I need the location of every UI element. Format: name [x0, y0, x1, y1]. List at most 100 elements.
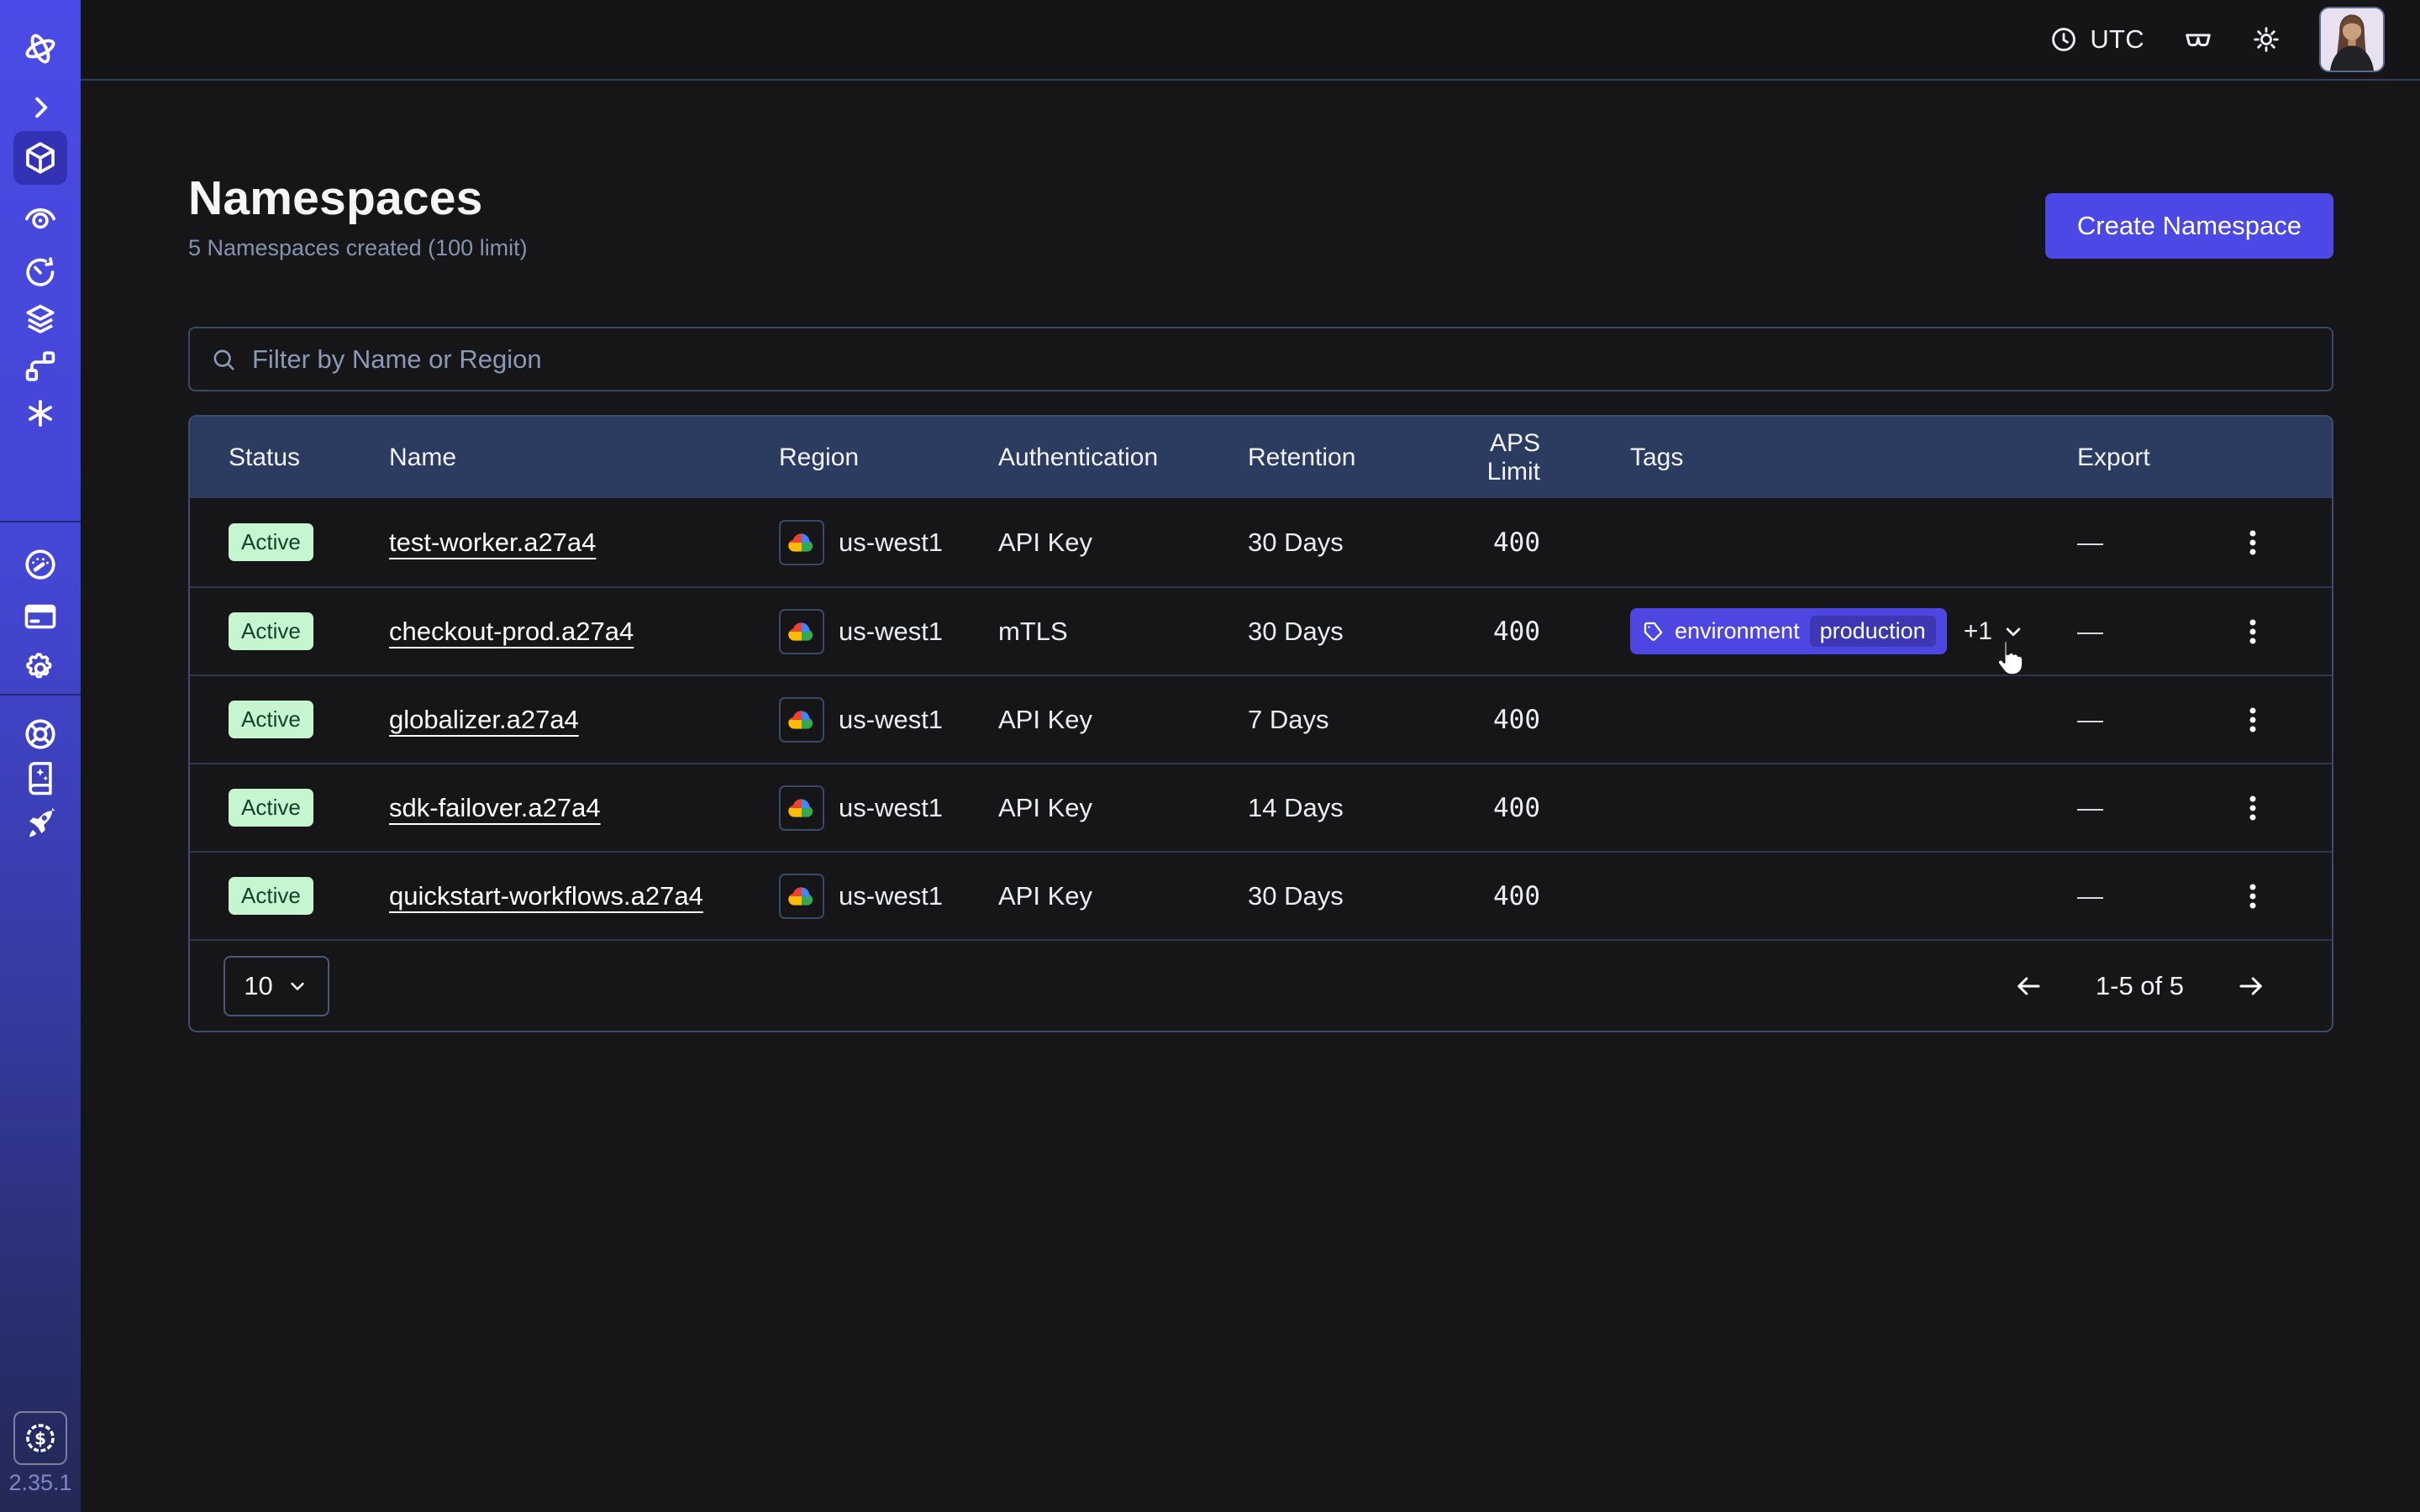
pagination-range: 1-5 of 5 [2096, 971, 2184, 1001]
google-cloud-icon [779, 609, 824, 654]
kebab-menu-icon [2236, 791, 2270, 825]
row-menu-button[interactable] [2236, 526, 2270, 559]
cube-icon [22, 139, 59, 176]
auth-cell: API Key [998, 528, 1248, 558]
labs-toggle-button[interactable] [2183, 24, 2213, 55]
auth-cell: mTLS [998, 617, 1248, 647]
namespace-link[interactable]: sdk-failover.a27a4 [389, 793, 601, 823]
column-header-export: Export [2077, 444, 2332, 472]
export-value: — [2077, 617, 2103, 647]
layers-icon [22, 301, 59, 338]
pagination-controls: 1-5 of 5 [2008, 966, 2298, 1006]
create-namespace-button[interactable]: Create Namespace [2045, 193, 2333, 259]
gear-icon [22, 650, 59, 687]
chevron-down-icon [286, 974, 309, 998]
status-badge: Active [229, 523, 313, 561]
sidebar-divider [0, 521, 81, 522]
sidebar-item-settings[interactable] [13, 642, 67, 696]
column-header-aps: APS Limit [1440, 429, 1630, 486]
tags-expand-button[interactable]: +1 [1964, 617, 2026, 646]
namespace-link[interactable]: test-worker.a27a4 [389, 528, 596, 558]
eye-icon [22, 200, 59, 237]
filter-input[interactable] [252, 344, 2312, 375]
retention-cell: 30 Days [1248, 881, 1440, 911]
table-row: Active test-worker.a27a4 us-west1 API Ke… [190, 498, 2332, 586]
sidebar-item-billing[interactable] [13, 590, 67, 643]
timezone-selector[interactable]: UTC [2049, 24, 2144, 55]
topbar: UTC [81, 0, 2420, 81]
column-header-auth: Authentication [998, 444, 1248, 472]
column-header-name: Name [389, 444, 779, 472]
kebab-menu-icon [2236, 526, 2270, 559]
namespace-link[interactable]: globalizer.a27a4 [389, 705, 579, 735]
row-menu-button[interactable] [2236, 791, 2270, 825]
namespace-link[interactable]: checkout-prod.a27a4 [389, 617, 634, 647]
table-row: Active globalizer.a27a4 us-west1 API Key [190, 675, 2332, 763]
tag-icon [1642, 620, 1665, 643]
sidebar-item-monitor[interactable] [13, 192, 67, 245]
previous-page-button[interactable] [2008, 966, 2049, 1006]
sidebar-item-services[interactable] [13, 386, 67, 440]
chevron-down-icon [2001, 619, 2026, 644]
name-cell: sdk-failover.a27a4 [389, 793, 779, 823]
google-cloud-icon [779, 874, 824, 919]
asterisk-icon [23, 396, 58, 431]
namespace-link[interactable]: quickstart-workflows.a27a4 [389, 881, 703, 911]
auth-cell: API Key [998, 705, 1248, 735]
user-avatar[interactable] [2319, 7, 2385, 72]
row-menu-button[interactable] [2236, 703, 2270, 737]
kebab-menu-icon [2236, 703, 2270, 737]
google-cloud-icon [779, 785, 824, 831]
export-cell: — [2077, 615, 2332, 648]
credit-card-icon [22, 598, 59, 635]
sidebar-expand-button[interactable] [13, 81, 67, 134]
export-value: — [2077, 881, 2103, 911]
status-badge: Active [229, 789, 313, 827]
rocket-icon [22, 805, 59, 842]
sidebar-item-get-started[interactable] [13, 796, 67, 850]
book-sparkles-icon [23, 760, 58, 795]
auth-cell: API Key [998, 881, 1248, 911]
page-size-select[interactable]: 10 [224, 956, 329, 1016]
page-header: Namespaces 5 Namespaces created (100 lim… [188, 171, 2333, 261]
tag-pill[interactable]: environment production [1630, 608, 1947, 654]
retention-cell: 30 Days [1248, 617, 1440, 647]
page-size-value: 10 [244, 971, 272, 1001]
retention-cell: 14 Days [1248, 793, 1440, 823]
sidebar-item-usage[interactable] [13, 538, 67, 591]
row-menu-button[interactable] [2236, 879, 2270, 913]
export-cell: — [2077, 791, 2332, 825]
region-label: us-west1 [839, 793, 943, 823]
theme-toggle-button[interactable] [2252, 25, 2281, 54]
region-cell: us-west1 [779, 609, 998, 654]
region-cell: us-west1 [779, 874, 998, 919]
arrow-right-icon [2236, 971, 2266, 1001]
retention-cell: 30 Days [1248, 528, 1440, 558]
kebab-menu-icon [2236, 615, 2270, 648]
glasses-icon [2183, 24, 2213, 55]
sidebar-item-deployments[interactable] [13, 292, 67, 346]
status-badge: Active [229, 701, 313, 738]
sidebar-item-nexus[interactable] [13, 339, 67, 393]
namespaces-table: Status Name Region Authentication Retent… [188, 415, 2333, 1032]
temporal-logo-icon [13, 22, 67, 76]
table-row: Active quickstart-workflows.a27a4 us-wes… [190, 851, 2332, 939]
status-cell: Active [190, 789, 389, 827]
sidebar-item-namespaces[interactable] [13, 131, 67, 185]
next-page-button[interactable] [2231, 966, 2271, 1006]
sidebar-item-history[interactable] [13, 245, 67, 299]
column-header-retention: Retention [1248, 444, 1440, 472]
row-menu-button[interactable] [2236, 615, 2270, 648]
namespace-count: 5 Namespaces created (100 limit) [188, 235, 528, 261]
region-cell: us-west1 [779, 785, 998, 831]
workflow-graph-icon [22, 348, 59, 385]
region-cell: us-west1 [779, 520, 998, 565]
table-footer: 10 1-5 of 5 [190, 939, 2332, 1031]
auth-cell: API Key [998, 793, 1248, 823]
export-value: — [2077, 705, 2103, 735]
export-cell: — [2077, 526, 2332, 559]
credits-badge-button[interactable]: $ [13, 1411, 67, 1465]
aps-limit-cell: 400 [1440, 793, 1630, 823]
name-cell: quickstart-workflows.a27a4 [389, 881, 779, 911]
aps-limit-cell: 400 [1440, 881, 1630, 911]
